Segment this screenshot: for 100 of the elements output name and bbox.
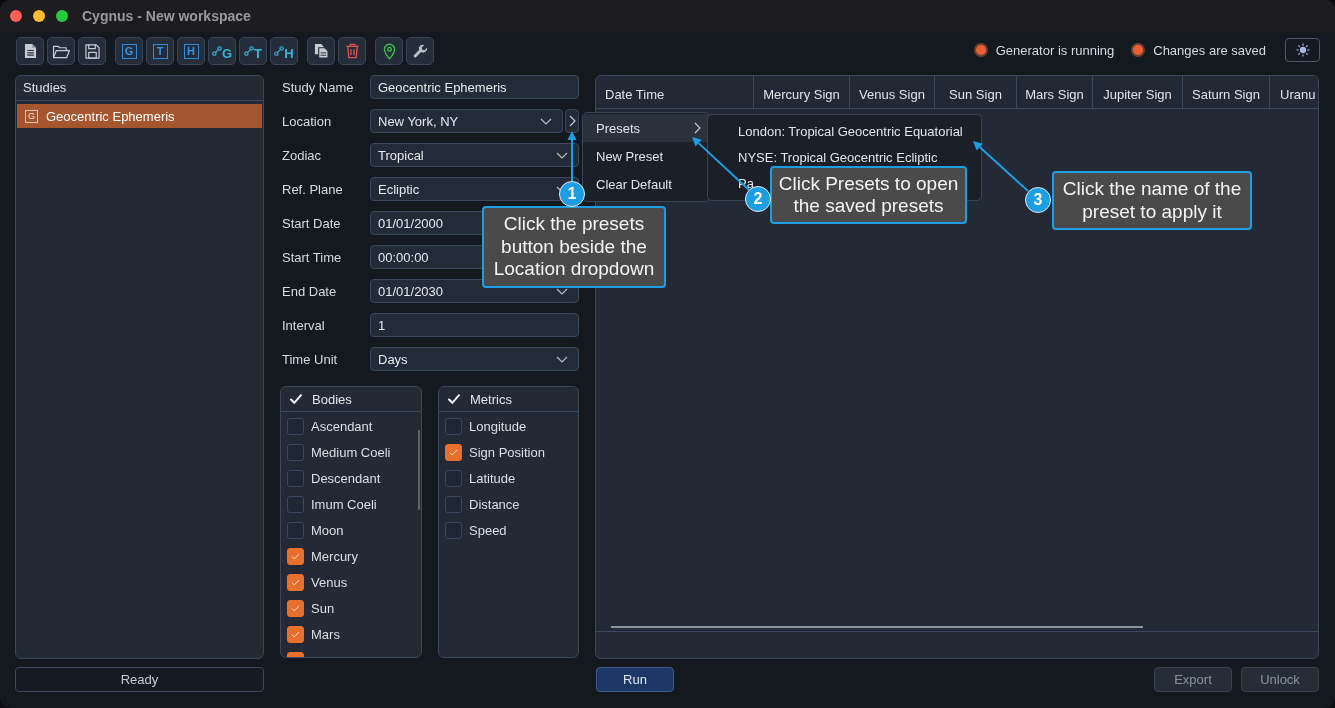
- checkbox[interactable]: [445, 521, 462, 539]
- field-label: Ref. Plane: [281, 181, 344, 197]
- checkbox[interactable]: [287, 625, 304, 643]
- checkbox[interactable]: [287, 599, 304, 617]
- checkbox[interactable]: [445, 495, 462, 513]
- text-field[interactable]: 01/01/2000: [370, 211, 484, 235]
- copy-icon: [313, 43, 329, 59]
- letter-tool-button[interactable]: H: [177, 37, 205, 65]
- option-label: Imum Coeli: [311, 496, 377, 512]
- field-label: Location: [281, 113, 333, 129]
- option-label: Speed: [469, 522, 507, 538]
- check-icon: [290, 394, 302, 404]
- toolbar-button[interactable]: [338, 37, 366, 65]
- checkbox[interactable]: [445, 417, 462, 435]
- close-button[interactable]: [10, 10, 22, 22]
- toolbar-button[interactable]: [16, 37, 44, 65]
- step-number: 1: [559, 181, 585, 207]
- action-button[interactable]: Run: [596, 667, 674, 692]
- status-label: Generator is running: [995, 42, 1115, 58]
- checkbox[interactable]: [287, 495, 304, 513]
- chevron-right-icon: [568, 115, 576, 127]
- dropdown[interactable]: Days: [370, 347, 579, 371]
- checkbox[interactable]: [287, 443, 304, 461]
- tick-icon: [449, 448, 458, 456]
- callout-arrow: [567, 131, 577, 182]
- minimize-button[interactable]: [33, 10, 45, 22]
- toolbar-button[interactable]: [307, 37, 335, 65]
- column-header: Venus Sign: [850, 76, 935, 108]
- callout-box: Click the presets button beside the Location dropdown: [482, 206, 666, 288]
- option-label: Distance: [469, 496, 520, 512]
- scrollbar-thumb[interactable]: [418, 430, 420, 510]
- toolbar-button[interactable]: [78, 37, 106, 65]
- option-label: Sun: [311, 600, 335, 616]
- column-header: Date Time: [596, 76, 754, 108]
- tick-icon: [291, 630, 300, 638]
- letter-tool-button[interactable]: G: [115, 37, 143, 65]
- option-label: Medium Coeli: [311, 444, 391, 460]
- link-tool-button[interactable]: H: [270, 37, 298, 65]
- list-title: Bodies: [312, 391, 352, 407]
- text-field[interactable]: 00:00:00: [370, 245, 484, 269]
- study-list-item[interactable]: G Geocentric Ephemeris: [17, 104, 262, 128]
- menu-item[interactable]: Clear Default: [583, 170, 709, 198]
- checkbox[interactable]: [287, 547, 304, 565]
- column-header: Mars Sign: [1017, 76, 1093, 108]
- study-type-tag: G: [25, 109, 38, 123]
- option-label: Mercury: [311, 548, 358, 564]
- column-header: Jupiter Sign: [1093, 76, 1183, 108]
- callout-box: Click the name of the preset to apply it: [1052, 171, 1252, 230]
- field-label: Study Name: [281, 79, 355, 95]
- option-label: Sign Position: [469, 444, 545, 460]
- letter-tool-button[interactable]: T: [146, 37, 174, 65]
- trash-icon: [344, 43, 360, 59]
- status-label: Changes are saved: [1153, 42, 1266, 58]
- presets-button[interactable]: [565, 109, 579, 133]
- option-label: Longitude: [469, 418, 527, 434]
- column-header: Mercury Sign: [754, 76, 850, 108]
- sun-icon: [1295, 43, 1310, 57]
- option-label: Latitude: [469, 470, 516, 486]
- field-label: End Date: [281, 283, 338, 299]
- callout-box: Click Presets to open the saved presets: [770, 166, 967, 224]
- node-link-icon: [244, 46, 254, 56]
- window-title: Cygnus - New workspace: [82, 8, 251, 24]
- dropdown[interactable]: Tropical: [370, 143, 579, 167]
- theme-toggle-button[interactable]: [1285, 38, 1320, 62]
- checkbox[interactable]: [445, 469, 462, 487]
- option-label: Mars: [311, 626, 340, 642]
- field-label: Interval: [281, 317, 326, 333]
- node-link-icon: [211, 46, 222, 56]
- checkbox[interactable]: [445, 443, 462, 461]
- text-field[interactable]: Geocentric Ephemeris: [370, 75, 579, 99]
- option-label: Ascendant: [311, 418, 373, 434]
- toolbar-button[interactable]: [375, 37, 403, 65]
- tick-icon: [291, 578, 300, 586]
- node-link-icon: [274, 46, 285, 56]
- menu-item[interactable]: New Preset: [583, 142, 709, 170]
- checkbox[interactable]: [287, 521, 304, 539]
- menu-item[interactable]: Presets: [583, 114, 709, 142]
- link-tool-button[interactable]: T: [239, 37, 267, 65]
- option-label: Moon: [311, 522, 344, 538]
- dropdown[interactable]: New York, NY: [370, 109, 563, 133]
- status-bar: Ready: [15, 667, 264, 692]
- tick-icon: [291, 552, 300, 560]
- text-field[interactable]: 1: [370, 313, 579, 337]
- tick-icon: [291, 604, 300, 612]
- link-tool-button[interactable]: G: [208, 37, 236, 65]
- check-icon: [448, 394, 460, 404]
- toolbar-button[interactable]: [406, 37, 434, 65]
- menu-item[interactable]: London: Tropical Geocentric Equatorial: [708, 118, 981, 144]
- horizontal-scrollbar[interactable]: [611, 626, 1143, 628]
- checkbox[interactable]: [287, 417, 304, 435]
- checkbox[interactable]: [287, 469, 304, 487]
- checkbox[interactable]: [287, 573, 304, 591]
- toolbar-button[interactable]: [47, 37, 75, 65]
- chevron-down-icon: [556, 151, 568, 159]
- chevron-down-icon: [540, 117, 552, 125]
- zoom-button[interactable]: [56, 10, 68, 22]
- field-label: Start Date: [281, 215, 342, 231]
- column-header: Saturn Sign: [1183, 76, 1270, 108]
- option-label: Venus: [311, 574, 348, 590]
- callout-arrow: [973, 141, 1029, 192]
